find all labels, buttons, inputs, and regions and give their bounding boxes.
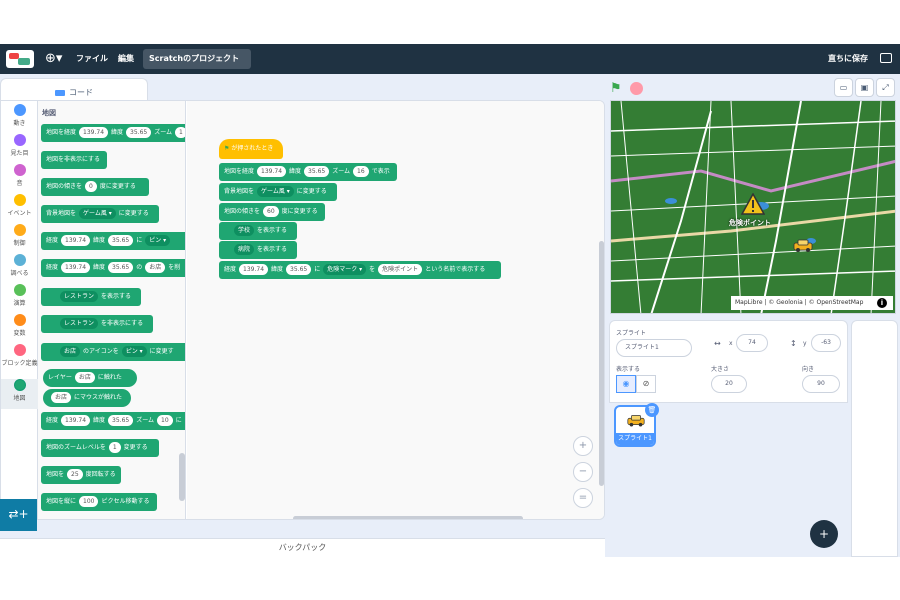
- map-attribution: MapLibre | © Geolonia | © OpenStreetMap: [731, 296, 893, 310]
- category-variables[interactable]: 変数: [1, 314, 38, 344]
- block-base-map[interactable]: 背景地図を ゲーム風 ▾ に変更する: [41, 205, 159, 223]
- palette-scrollbar[interactable]: [179, 453, 185, 501]
- stage-selector[interactable]: [851, 320, 898, 557]
- zoom-out-button[interactable]: −: [573, 462, 593, 482]
- x-input[interactable]: 74: [736, 334, 768, 352]
- y-arrow-icon: ↕: [790, 339, 797, 348]
- page: ⊕▾ ファイル 編集 Scratchのプロジェクト 直ちに保存 コード 動き 見…: [0, 0, 900, 600]
- script-show-school[interactable]: 学校 を表示する: [219, 222, 297, 240]
- info-icon[interactable]: i: [877, 298, 887, 308]
- hide-eye-icon[interactable]: ⊘: [636, 375, 656, 393]
- code-editor: 動き 見た目 音 イベント 制御 調べる 演算 変数 ブロック定義 地図 地図 …: [0, 100, 605, 520]
- block-zoom-level[interactable]: 地図のズームレベルを 1 変更する: [41, 439, 159, 457]
- category-motion[interactable]: 動き: [1, 104, 38, 134]
- y-label: y: [803, 340, 807, 347]
- block-hide-map[interactable]: 地図を非表示にする: [41, 151, 107, 169]
- block-pan-vertical[interactable]: 地図を縦に 100 ピクセル移動する: [41, 493, 157, 511]
- category-looks[interactable]: 見た目: [1, 134, 38, 164]
- direction-input[interactable]: 90: [802, 375, 840, 393]
- script-add-marker[interactable]: 経度 139.74 緯度 35.65 に危険マーク ▾ を危険ポイント という名前で表示する: [219, 261, 501, 279]
- script-map-tilt[interactable]: 地図の傾きを 60 度に変更する: [219, 203, 325, 221]
- choose-sprite-button[interactable]: +: [810, 520, 838, 548]
- block-show-layer[interactable]: レストラン を表示する: [41, 288, 141, 306]
- project-title-input[interactable]: Scratchのプロジェクト: [143, 49, 251, 69]
- large-stage-button[interactable]: ▣: [855, 78, 874, 97]
- taxi-sprite-icon[interactable]: [792, 239, 814, 253]
- block-mouse-touched[interactable]: お店 にマウスが触れた: [43, 389, 131, 407]
- category-events[interactable]: イベント: [1, 194, 38, 224]
- taxi-thumbnail-icon: [627, 415, 645, 427]
- category-map[interactable]: 地図: [1, 379, 38, 409]
- block-remove-marker[interactable]: 経度 139.74 緯度 35.65 のお店 を削: [41, 259, 185, 277]
- block-rotate-map[interactable]: 地図を 25 度回転する: [41, 466, 121, 484]
- menu-bar: ⊕▾ ファイル 編集 Scratchのプロジェクト 直ちに保存: [0, 44, 900, 74]
- delete-sprite-icon[interactable]: 🗑: [645, 403, 659, 417]
- language-globe-icon[interactable]: ⊕▾: [45, 50, 65, 68]
- map-marker-label: 危険ポイント: [729, 219, 771, 227]
- script-area[interactable]: ⚑ が押されたとき 地図を経度 139.74 緯度 35.65 ズーム 16 で表示 背景地…: [187, 101, 604, 519]
- script-when-flag-clicked[interactable]: ⚑ が押されたとき: [219, 139, 283, 159]
- show-eye-icon[interactable]: ◉: [616, 375, 636, 393]
- script-base-map[interactable]: 背景地図を ゲーム風 ▾ に変更する: [219, 183, 337, 201]
- edit-menu[interactable]: 編集: [118, 53, 134, 65]
- code-tab-icon: [55, 89, 65, 96]
- backpack[interactable]: バックパック: [0, 538, 605, 557]
- block-add-pin[interactable]: 経度 139.74 緯度 35.65 にピン ▾: [41, 232, 185, 250]
- category-control[interactable]: 制御: [1, 224, 38, 254]
- script-show-map[interactable]: 地図を経度 139.74 緯度 35.65 ズーム 16 で表示: [219, 163, 397, 181]
- folder-icon[interactable]: [880, 53, 892, 63]
- file-menu[interactable]: ファイル: [76, 53, 108, 65]
- script-horizontal-scrollbar[interactable]: [293, 516, 523, 519]
- add-extension-button[interactable]: ⇄+: [0, 499, 37, 531]
- y-input[interactable]: -63: [811, 334, 841, 352]
- script-show-hospital[interactable]: 病院 を表示する: [219, 241, 297, 259]
- zoom-in-button[interactable]: +: [573, 436, 593, 456]
- category-sensing[interactable]: 調べる: [1, 254, 38, 284]
- stop-icon[interactable]: [630, 82, 643, 95]
- size-input[interactable]: 20: [711, 375, 747, 393]
- block-layer-touched[interactable]: レイヤー お店 に触れた: [43, 369, 137, 387]
- x-arrow-icon: ↔: [714, 339, 721, 348]
- sprite-label: スプライト: [616, 330, 647, 337]
- size-label: 大きさ: [711, 366, 730, 373]
- warning-marker-icon[interactable]: [741, 193, 765, 215]
- green-flag-icon[interactable]: ⚑: [610, 82, 624, 96]
- stage-header: ⚑ ▭ ▣ ⤢: [608, 78, 898, 100]
- fullscreen-button[interactable]: ⤢: [876, 78, 895, 97]
- sprite-name-input[interactable]: スプライト1: [616, 339, 692, 357]
- block-fly-to[interactable]: 経度 139.74 緯度 35.65 ズーム 10 に: [41, 412, 185, 430]
- script-vertical-scrollbar[interactable]: [599, 241, 604, 486]
- palette-title: 地図: [42, 109, 56, 117]
- show-label: 表示する: [616, 366, 641, 373]
- category-sound[interactable]: 音: [1, 164, 38, 194]
- save-now-button[interactable]: 直ちに保存: [828, 53, 868, 64]
- category-menu: 動き 見た目 音 イベント 制御 調べる 演算 変数 ブロック定義 地図: [1, 101, 38, 519]
- small-stage-button[interactable]: ▭: [834, 78, 853, 97]
- green-flag-icon: ⚑: [224, 145, 230, 152]
- stage-map[interactable]: 危険ポイント: [610, 100, 896, 314]
- block-palette: 地図 地図を経度 139.74 緯度 35.65 ズーム 1 地図を非表示にする 地図の傾…: [38, 101, 186, 519]
- block-map-tilt[interactable]: 地図の傾きを 0 度に変更する: [41, 178, 149, 196]
- zoom-reset-button[interactable]: =: [573, 488, 593, 508]
- block-hide-layer[interactable]: レストラン を非表示にする: [41, 315, 153, 333]
- category-operators[interactable]: 演算: [1, 284, 38, 314]
- direction-label: 向き: [802, 366, 815, 373]
- block-change-icon[interactable]: お店 のアイコンを ピン ▾ に変更す: [41, 343, 185, 361]
- x-label: x: [729, 340, 733, 347]
- category-my-blocks[interactable]: ブロック定義: [1, 344, 38, 380]
- block-show-map[interactable]: 地図を経度 139.74 緯度 35.65 ズーム 1: [41, 124, 185, 142]
- scratch-logo[interactable]: [6, 50, 34, 68]
- sprite-thumbnail-name: スプライト1: [616, 433, 654, 445]
